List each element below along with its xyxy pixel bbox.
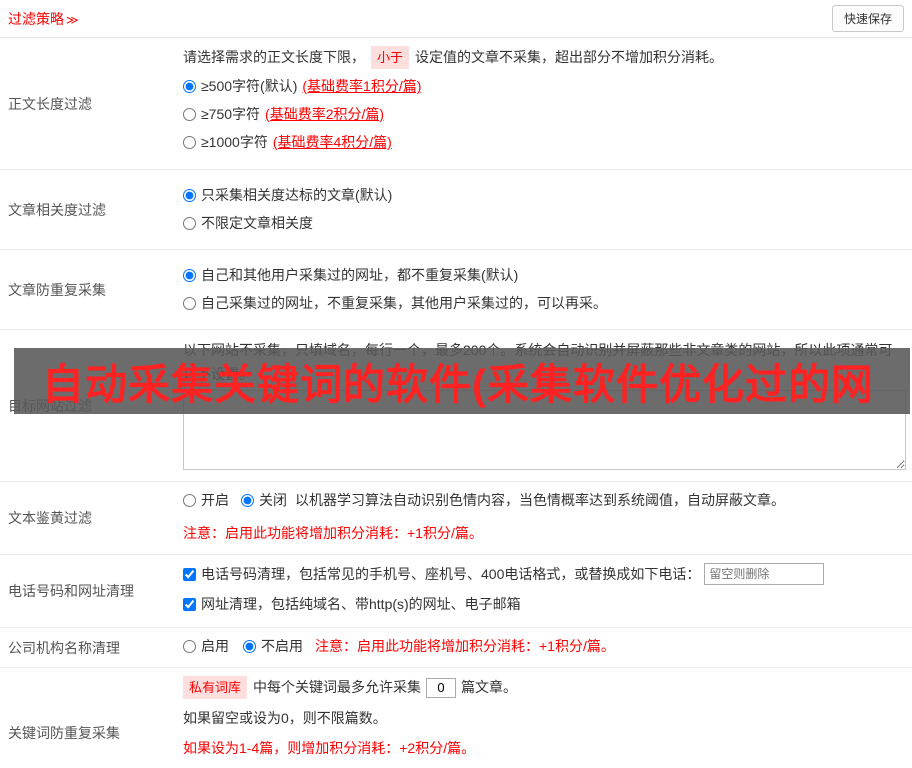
phone-clean-checkbox[interactable] bbox=[183, 567, 196, 581]
company-note: 注意：启用此功能将增加积分消耗：+1积分/篇。 bbox=[315, 638, 615, 654]
keyword-dedup-label: 关键词防重复采集 bbox=[8, 724, 120, 741]
body-length-label: 正文长度过滤 bbox=[8, 95, 92, 112]
length-1000-radio[interactable] bbox=[183, 136, 196, 149]
keyword-limit-line: 私有词库 中每个关键词最多允许采集 篇文章。 bbox=[183, 676, 906, 699]
row-company-cleaning: 公司机构名称清理 启用 不启用 注意：启用此功能将增加积分消耗：+1积分/篇。 bbox=[0, 628, 912, 668]
quick-save-button[interactable]: 快速保存 bbox=[831, 5, 904, 32]
row-phone-url-cleaning: 电话号码和网址清理 电话号码清理，包括常见的手机号、座机号、400电话格式，或替… bbox=[0, 555, 912, 628]
company-on-radio[interactable] bbox=[183, 640, 196, 653]
porn-filter-note: 注意：启用此功能将增加积分消耗：+1积分/篇。 bbox=[183, 525, 483, 541]
relevance-any-radio[interactable] bbox=[183, 217, 196, 230]
intro-pre-text: 请选择需求的正文长度下限， bbox=[183, 49, 365, 65]
row-porn-filter: 文本鉴黄过滤 开启 关闭 以机器学习算法自动识别色情内容，当色情概率达到系统阈值… bbox=[0, 482, 912, 555]
keyword-rule-1-4: 如果设为1-4篇，则增加积分消耗：+2积分/篇。 bbox=[183, 740, 476, 756]
length-500-radio[interactable] bbox=[183, 80, 196, 93]
row-target-site-filter: 目标网站过滤 以下网站不采集，只填域名，每行一个，最多200个。系统会自动识别并… bbox=[0, 330, 912, 482]
row-keyword-dedup: 关键词防重复采集 私有词库 中每个关键词最多允许采集 篇文章。 如果留空或设为0… bbox=[0, 668, 912, 768]
length-500-text: ≥500字符(默认) bbox=[201, 78, 298, 94]
intro-post-text: 设定值的文章不采集，超出部分不增加积分消耗。 bbox=[415, 49, 724, 65]
replacement-phone-input[interactable] bbox=[704, 563, 825, 585]
porn-on-text: 开启 bbox=[201, 492, 229, 508]
length-1000-fee: (基础费率4积分/篇) bbox=[272, 134, 392, 150]
relevance-option-strict[interactable]: 只采集相关度达标的文章(默认) bbox=[183, 185, 906, 206]
company-label: 公司机构名称清理 bbox=[8, 639, 120, 656]
company-off-text: 不启用 bbox=[261, 638, 303, 654]
length-option-750[interactable]: ≥750字符 (基础费率2积分/篇) bbox=[183, 104, 906, 125]
company-on-text: 启用 bbox=[201, 638, 229, 654]
url-clean-text: 网址清理，包括纯域名、带http(s)的网址、电子邮箱 bbox=[201, 596, 521, 612]
url-clean-option[interactable]: 网址清理，包括纯域名、带http(s)的网址、电子邮箱 bbox=[183, 594, 906, 615]
keyword-limit-end-text: 篇文章。 bbox=[461, 679, 518, 695]
relevance-option-any[interactable]: 不限定文章相关度 bbox=[183, 213, 906, 234]
length-500-fee: (基础费率1积分/篇) bbox=[302, 78, 422, 94]
target-site-desc: 以下网站不采集，只填域名，每行一个，最多200个。系统会自动识别并屏蔽那些非文章… bbox=[183, 342, 893, 382]
keyword-limit-mid-text: 中每个关键词最多允许采集 bbox=[253, 679, 422, 695]
porn-filter-label: 文本鉴黄过滤 bbox=[8, 510, 92, 526]
private-lexicon-tag: 私有词库 bbox=[183, 676, 248, 699]
page-title: 过滤策略 ≫ bbox=[8, 9, 79, 29]
url-clean-checkbox[interactable] bbox=[183, 598, 196, 611]
chevron-double-icon[interactable]: ≫ bbox=[66, 13, 79, 27]
phone-url-label: 电话号码和网址清理 bbox=[8, 583, 134, 599]
phone-clean-option[interactable]: 电话号码清理，包括常见的手机号、座机号、400电话格式，或替换成如下电话： bbox=[183, 563, 906, 585]
length-750-text: ≥750字符 bbox=[201, 106, 261, 122]
dedup-option-own[interactable]: 自己采集过的网址，不重复采集，其他用户采集过的，可以再采。 bbox=[183, 293, 906, 314]
porn-off-text: 关闭 bbox=[259, 492, 287, 508]
porn-off-radio[interactable] bbox=[241, 494, 254, 507]
row-dedup-collection: 文章防重复采集 自己和其他用户采集过的网址，都不重复采集(默认) 自己采集过的网… bbox=[0, 250, 912, 330]
filter-strategy-page: 过滤策略 ≫ 快速保存 正文长度过滤 请选择需求的正文长度下限， 小于 设定值的文… bbox=[0, 0, 912, 768]
porn-filter-options: 开启 关闭 以机器学习算法自动识别色情内容，当色情概率达到系统阈值，自动屏蔽文章… bbox=[183, 490, 906, 511]
blocked-sites-textarea[interactable] bbox=[183, 390, 906, 470]
dedup-own-text: 自己采集过的网址，不重复采集，其他用户采集过的，可以再采。 bbox=[201, 295, 607, 311]
length-option-1000[interactable]: ≥1000字符 (基础费率4积分/篇) bbox=[183, 132, 906, 153]
dedup-label: 文章防重复采集 bbox=[8, 281, 106, 298]
dedup-global-text: 自己和其他用户采集过的网址，都不重复采集(默认) bbox=[201, 267, 519, 283]
dedup-option-global[interactable]: 自己和其他用户采集过的网址，都不重复采集(默认) bbox=[183, 265, 906, 286]
porn-on-radio[interactable] bbox=[183, 494, 196, 507]
target-site-label: 目标网站过滤 bbox=[8, 397, 92, 414]
keyword-rule-zero: 如果留空或设为0，则不限篇数。 bbox=[183, 710, 387, 726]
relevance-strict-text: 只采集相关度达标的文章(默认) bbox=[201, 187, 393, 203]
company-off-radio[interactable] bbox=[243, 640, 256, 653]
porn-filter-desc: 以机器学习算法自动识别色情内容，当色情概率达到系统阈值，自动屏蔽文章。 bbox=[295, 492, 785, 508]
relevance-any-text: 不限定文章相关度 bbox=[201, 215, 313, 231]
dedup-own-radio[interactable] bbox=[183, 297, 196, 310]
row-relevance-filter: 文章相关度过滤 只采集相关度达标的文章(默认) 不限定文章相关度 bbox=[0, 170, 912, 250]
length-750-radio[interactable] bbox=[183, 108, 196, 121]
dedup-global-radio[interactable] bbox=[183, 269, 196, 282]
phone-clean-text: 电话号码清理，包括常见的手机号、座机号、400电话格式，或替换成如下电话： bbox=[201, 565, 701, 582]
relevance-label: 文章相关度过滤 bbox=[8, 201, 106, 218]
body-length-intro: 请选择需求的正文长度下限， 小于 设定值的文章不采集，超出部分不增加积分消耗。 bbox=[183, 46, 906, 69]
page-title-text: 过滤策略 bbox=[8, 10, 64, 27]
row-body-length-filter: 正文长度过滤 请选择需求的正文长度下限， 小于 设定值的文章不采集，超出部分不增… bbox=[0, 38, 912, 170]
company-options: 启用 不启用 注意：启用此功能将增加积分消耗：+1积分/篇。 bbox=[183, 636, 906, 657]
length-1000-text: ≥1000字符 bbox=[201, 134, 268, 150]
less-than-tag: 小于 bbox=[371, 46, 410, 69]
keyword-limit-input[interactable] bbox=[426, 677, 457, 698]
page-header: 过滤策略 ≫ 快速保存 bbox=[0, 0, 912, 38]
relevance-strict-radio[interactable] bbox=[183, 189, 196, 202]
length-750-fee: (基础费率2积分/篇) bbox=[265, 106, 385, 122]
length-option-500[interactable]: ≥500字符(默认) (基础费率1积分/篇) bbox=[183, 76, 906, 97]
